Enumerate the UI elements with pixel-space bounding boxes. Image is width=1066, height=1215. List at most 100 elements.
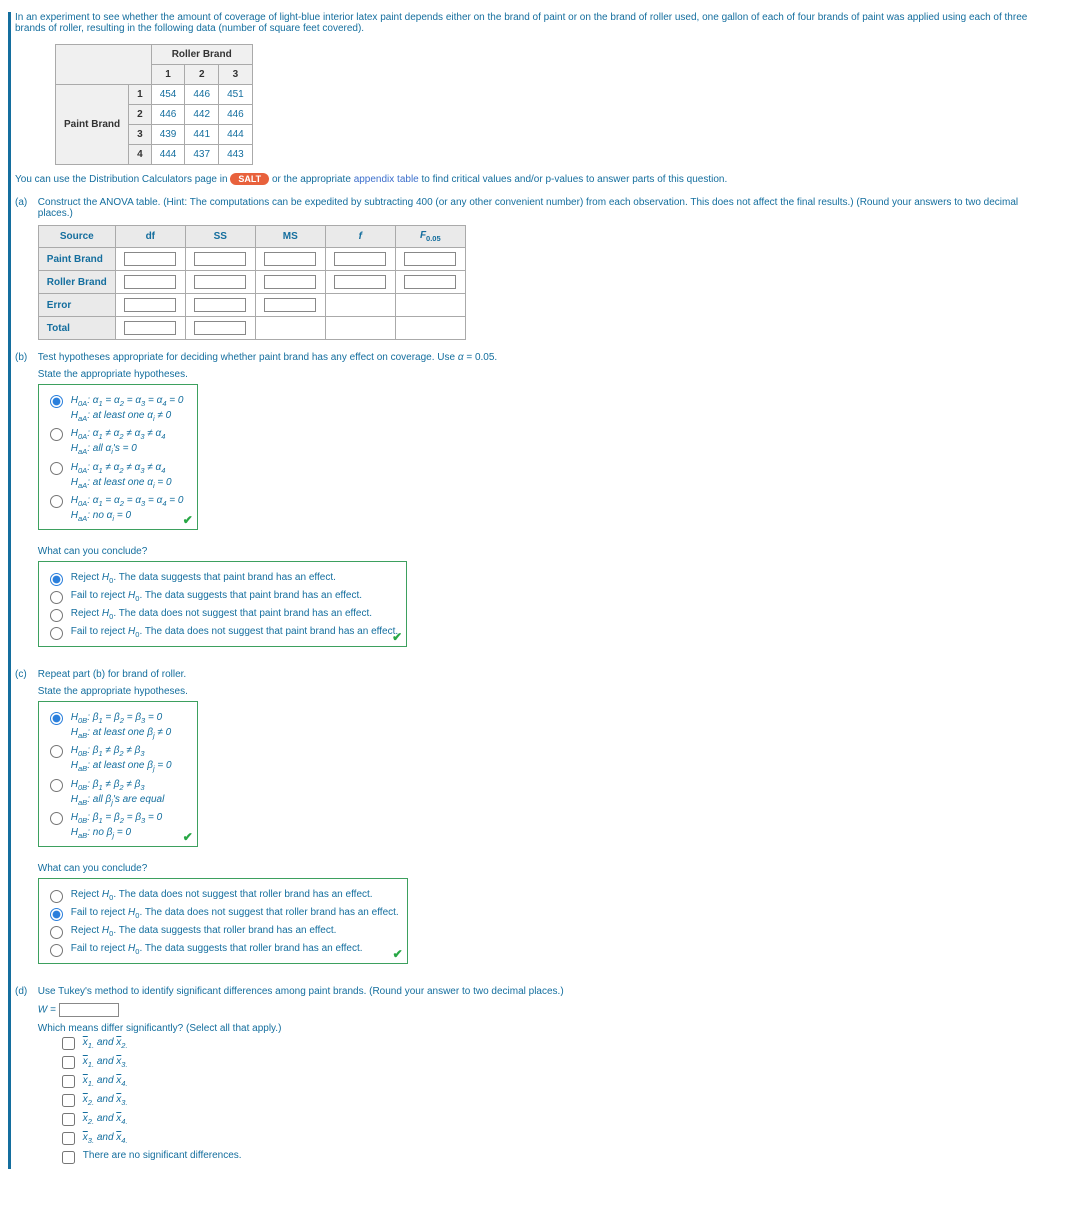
pair-3: x1. and x4. xyxy=(83,1074,128,1089)
col-header: 2 xyxy=(185,65,219,85)
w-input[interactable] xyxy=(59,1003,119,1017)
pair-check-2[interactable] xyxy=(62,1056,75,1069)
concl-a-radio-1[interactable] xyxy=(50,573,63,586)
anova-header-df: df xyxy=(115,226,185,248)
pair-check-1[interactable] xyxy=(62,1037,75,1050)
check-icon: ✔ xyxy=(183,513,193,527)
anova-input[interactable] xyxy=(194,252,246,266)
coverage-data-table: Roller Brand 1 2 3 Paint Brand 1 454 446… xyxy=(55,44,253,165)
anova-input[interactable] xyxy=(194,298,246,312)
pair-6: x3. and x4. xyxy=(83,1131,128,1146)
part-c-label: (c) xyxy=(15,669,35,680)
anova-input[interactable] xyxy=(264,298,316,312)
concl-a-opt-2: Fail to reject H0. The data suggests tha… xyxy=(71,590,362,603)
check-icon: ✔ xyxy=(392,630,402,644)
anova-input[interactable] xyxy=(194,275,246,289)
concl-b-opt-2: Fail to reject H0. The data does not sug… xyxy=(71,907,399,920)
anova-input[interactable] xyxy=(124,321,176,335)
data-cell: 441 xyxy=(185,125,219,145)
pair-check-none[interactable] xyxy=(62,1151,75,1164)
concl-b-radio-3[interactable] xyxy=(50,926,63,939)
part-d-label: (d) xyxy=(15,986,35,997)
pair-5: x2. and x4. xyxy=(83,1112,128,1127)
part-b-label: (b) xyxy=(15,352,35,363)
anova-input[interactable] xyxy=(124,275,176,289)
usage-post: to find critical values and/or p-values … xyxy=(422,174,728,185)
pair-check-3[interactable] xyxy=(62,1075,75,1088)
hyp-a-radio-1[interactable] xyxy=(50,395,63,408)
part-b-conclude-q: What can you conclude? xyxy=(38,546,1055,557)
anova-input[interactable] xyxy=(264,275,316,289)
appendix-link[interactable]: appendix table xyxy=(354,174,419,185)
data-cell: 446 xyxy=(185,85,219,105)
hyp-b-opt-2: H0B: β1 ≠ β2 ≠ β3HaB: at least one βj = … xyxy=(71,744,172,774)
anova-input[interactable] xyxy=(264,252,316,266)
anova-input[interactable] xyxy=(124,252,176,266)
concl-a-radio-3[interactable] xyxy=(50,609,63,622)
anova-header-f: f xyxy=(325,226,395,248)
data-cell: 439 xyxy=(151,125,185,145)
hyp-a-opt-1: H0A: α1 = α2 = α3 = α4 = 0HaA: at least … xyxy=(71,394,184,424)
pair-check-4[interactable] xyxy=(62,1094,75,1107)
concl-b-opt-1: Reject H0. The data does not suggest tha… xyxy=(71,889,373,902)
anova-input[interactable] xyxy=(194,321,246,335)
data-cell: 443 xyxy=(219,145,253,165)
pair-check-6[interactable] xyxy=(62,1132,75,1145)
anova-input[interactable] xyxy=(404,275,456,289)
hyp-b-radio-3[interactable] xyxy=(50,779,63,792)
anova-input[interactable] xyxy=(124,298,176,312)
hyp-b-opt-3: H0B: β1 ≠ β2 ≠ β3HaB: all βj's are equal xyxy=(71,778,165,808)
concl-a-opt-1: Reject H0. The data suggests that paint … xyxy=(71,572,336,585)
anova-header-ms: MS xyxy=(255,226,325,248)
w-label: W = xyxy=(38,1005,56,1016)
part-c-conclude-q: What can you conclude? xyxy=(38,863,1055,874)
concl-a-opt-4: Fail to reject H0. The data does not sug… xyxy=(71,626,398,639)
anova-row-paint: Paint Brand xyxy=(38,248,115,271)
check-icon: ✔ xyxy=(393,947,403,961)
intro-text: In an experiment to see whether the amou… xyxy=(15,12,1058,34)
concl-a-radio-2[interactable] xyxy=(50,591,63,604)
anova-table: Source df SS MS f F0.05 Paint Brand Rol xyxy=(38,225,466,340)
anova-header-ss: SS xyxy=(185,226,255,248)
data-cell: 444 xyxy=(219,125,253,145)
concl-a-radio-4[interactable] xyxy=(50,627,63,640)
anova-input[interactable] xyxy=(404,252,456,266)
col-header: 3 xyxy=(219,65,253,85)
concl-b-radio-1[interactable] xyxy=(50,890,63,903)
pair-4: x2. and x3. xyxy=(83,1093,128,1108)
part-d-text: Use Tukey's method to identify significa… xyxy=(38,986,564,997)
hyp-b-radio-1[interactable] xyxy=(50,712,63,725)
roller-brand-header: Roller Brand xyxy=(151,45,252,65)
anova-row-error: Error xyxy=(38,294,115,317)
salt-badge[interactable]: SALT xyxy=(230,173,269,185)
pair-2: x1. and x3. xyxy=(83,1055,128,1070)
pair-1: x1. and x2. xyxy=(83,1036,128,1051)
anova-row-total: Total xyxy=(38,317,115,340)
concl-a-opt-3: Reject H0. The data does not suggest tha… xyxy=(71,608,372,621)
check-icon: ✔ xyxy=(183,830,193,844)
hypotheses-box-paint: H0A: α1 = α2 = α3 = α4 = 0HaA: at least … xyxy=(38,384,198,530)
part-c-text: Repeat part (b) for brand of roller. xyxy=(38,669,186,680)
concl-b-opt-3: Reject H0. The data suggests that roller… xyxy=(71,925,337,938)
anova-header-source: Source xyxy=(38,226,115,248)
anova-input[interactable] xyxy=(334,252,386,266)
part-c-state: State the appropriate hypotheses. xyxy=(38,686,1055,697)
hyp-b-radio-4[interactable] xyxy=(50,812,63,825)
concl-b-radio-4[interactable] xyxy=(50,944,63,957)
hyp-a-radio-2[interactable] xyxy=(50,428,63,441)
concl-b-radio-2[interactable] xyxy=(50,908,63,921)
data-cell: 446 xyxy=(219,105,253,125)
hyp-a-radio-3[interactable] xyxy=(50,462,63,475)
part-a-label: (a) xyxy=(15,197,35,208)
usage-pre: You can use the Distribution Calculators… xyxy=(15,174,228,185)
row-label: 4 xyxy=(129,145,152,165)
hyp-b-radio-2[interactable] xyxy=(50,745,63,758)
row-label: 1 xyxy=(129,85,152,105)
data-cell: 454 xyxy=(151,85,185,105)
pair-check-5[interactable] xyxy=(62,1113,75,1126)
anova-input[interactable] xyxy=(334,275,386,289)
hyp-a-radio-4[interactable] xyxy=(50,495,63,508)
part-a-text: Construct the ANOVA table. (Hint: The co… xyxy=(38,197,1018,219)
which-means-q: Which means differ significantly? (Selec… xyxy=(38,1023,1055,1034)
data-cell: 437 xyxy=(185,145,219,165)
